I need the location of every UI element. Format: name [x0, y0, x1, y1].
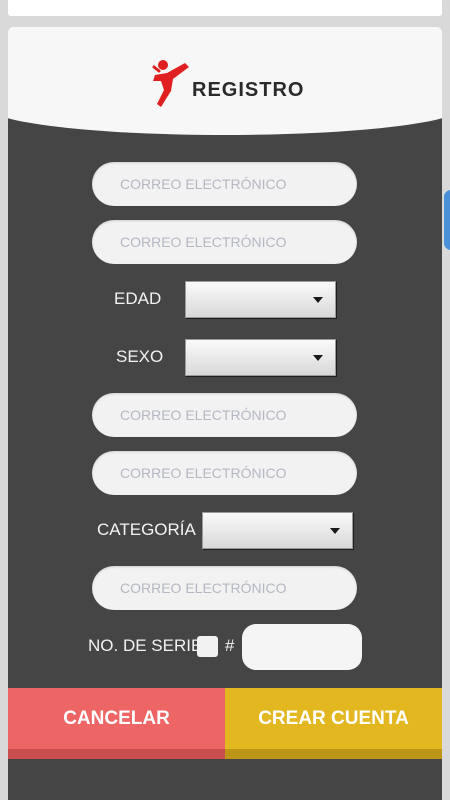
email-field-3[interactable]: [92, 393, 357, 437]
side-scroll-accent: [444, 190, 450, 250]
serie-label: NO. DE SERIE: [88, 636, 203, 655]
edad-label: EDAD: [114, 289, 162, 308]
chevron-down-icon: [313, 355, 323, 361]
kick-figure-logo-icon: [152, 60, 189, 107]
previous-card: [8, 0, 442, 16]
create-account-button[interactable]: CREAR CUENTA: [225, 688, 442, 759]
registration-panel: REGISTRO EDAD SEXO CATEGORÍA NO. DE SERI…: [8, 27, 442, 800]
email-field-1[interactable]: [92, 162, 357, 206]
sexo-label: SEXO: [116, 347, 164, 366]
categoria-select[interactable]: [202, 512, 353, 549]
cancel-button[interactable]: CANCELAR: [8, 688, 225, 759]
serial-number-input[interactable]: [242, 624, 362, 670]
chevron-down-icon: [313, 297, 323, 303]
email-field-2[interactable]: [92, 220, 357, 264]
chevron-down-icon: [330, 528, 340, 534]
edad-select[interactable]: [185, 281, 336, 318]
categoria-label: CATEGORÍA: [97, 520, 196, 539]
sexo-select[interactable]: [185, 339, 336, 376]
email-field-5[interactable]: [92, 566, 357, 610]
page-title: REGISTRO: [192, 79, 305, 101]
email-field-4[interactable]: [92, 451, 357, 495]
hash-label: #: [225, 636, 235, 655]
serie-checkbox[interactable]: [197, 636, 218, 657]
